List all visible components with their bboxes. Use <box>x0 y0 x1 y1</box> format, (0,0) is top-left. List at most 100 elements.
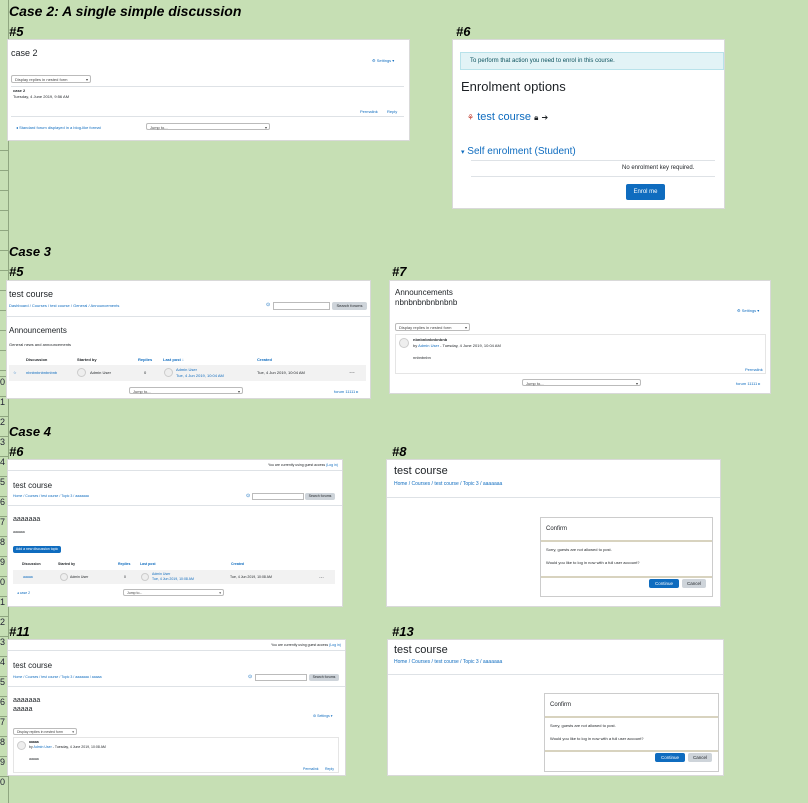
search-forums-button[interactable]: Search forums <box>305 493 335 500</box>
breadcrumb-item[interactable]: aaaaaaa <box>75 494 89 498</box>
help-icon[interactable]: ⊙ <box>266 302 270 308</box>
column-header-created[interactable]: Created <box>257 357 272 362</box>
self-enrol-section-toggle[interactable]: ▾ Self enrolment (Student) <box>461 146 576 157</box>
jump-to-select[interactable]: Jump to... ▾ <box>129 387 243 394</box>
next-forum-link[interactable]: forum 11111 ▸ <box>334 389 358 394</box>
breadcrumb-item[interactable]: Topic 3 <box>61 675 72 679</box>
login-link[interactable]: (Log in) <box>329 643 341 647</box>
row-number[interactable]: 8 <box>0 537 5 547</box>
last-post-user[interactable]: Admin User <box>176 367 197 372</box>
permalink-link[interactable]: Permalink <box>303 767 319 771</box>
last-post-user[interactable]: Admin User <box>152 572 170 576</box>
breadcrumb-item[interactable]: Topic 3 <box>463 659 479 665</box>
display-mode-select[interactable]: Display replies in nested form ▾ <box>11 75 91 83</box>
breadcrumb-item[interactable]: Dashboard <box>9 303 29 308</box>
breadcrumb-item[interactable]: Home <box>394 481 407 487</box>
breadcrumb-item[interactable]: test course <box>434 481 458 487</box>
row-number[interactable]: 8 <box>0 737 5 747</box>
post-author-link[interactable]: Admin User <box>33 745 51 749</box>
display-mode-select[interactable]: Display replies in nested form ▾ <box>395 323 470 331</box>
row-number[interactable]: 5 <box>0 477 5 487</box>
column-header-last-post[interactable]: Last post ↓ <box>163 357 184 362</box>
breadcrumb-item[interactable]: Courses <box>412 481 431 487</box>
jump-to-select[interactable]: Jump to... ▾ <box>146 123 270 130</box>
breadcrumb-item[interactable]: Announcements <box>90 303 119 308</box>
search-forums-input[interactable] <box>252 493 304 500</box>
reply-link[interactable]: Reply <box>387 109 397 114</box>
ellipsis-icon[interactable]: … <box>349 369 355 375</box>
jump-to-select[interactable]: Jump to... ▾ <box>522 379 641 386</box>
help-icon[interactable]: ⊙ <box>248 674 252 680</box>
previous-discussion-link[interactable]: ◂ case 2 <box>17 591 30 595</box>
star-icon[interactable]: ☆ <box>13 370 17 375</box>
row-number[interactable]: 3 <box>0 637 5 647</box>
login-link[interactable]: (Log in) <box>326 463 338 467</box>
column-header-created[interactable]: Created <box>231 562 244 566</box>
cancel-button[interactable]: Cancel <box>682 579 706 588</box>
row-number[interactable]: 7 <box>0 717 5 727</box>
last-post-date[interactable]: Tue, 4 Jun 2019, 10:08 AM <box>152 577 194 581</box>
settings-menu[interactable]: ⚙ Settings ▾ <box>737 308 759 313</box>
discussion-link[interactable]: aaaaa <box>23 575 33 579</box>
breadcrumb-item[interactable]: Home <box>394 659 407 665</box>
row-number[interactable]: 2 <box>0 417 5 427</box>
cancel-button[interactable]: Cancel <box>688 753 712 762</box>
row-number[interactable]: 9 <box>0 757 5 767</box>
search-forums-input[interactable] <box>255 674 307 681</box>
row-number[interactable]: 4 <box>0 657 5 667</box>
last-post-date[interactable]: Tue, 4 Jun 2019, 10:04 AM <box>176 373 224 378</box>
row-number[interactable]: 0 <box>0 577 5 587</box>
row-number[interactable]: 1 <box>0 397 5 407</box>
row-number[interactable]: 7 <box>0 517 5 527</box>
search-forums-button[interactable]: Search forums <box>332 302 367 310</box>
search-forums-input[interactable] <box>273 302 330 310</box>
jump-to-select[interactable]: Jump to... ▾ <box>123 589 224 596</box>
breadcrumb-item[interactable]: Home <box>13 494 22 498</box>
breadcrumb-item[interactable]: test course <box>434 659 458 665</box>
breadcrumb-item[interactable]: aaaaaaa <box>483 659 502 665</box>
breadcrumb-item[interactable]: Home <box>13 675 22 679</box>
display-mode-select[interactable]: Display replies in nested form ▾ <box>13 728 77 735</box>
row-number[interactable]: 9 <box>0 557 5 567</box>
column-header-replies[interactable]: Replies <box>138 357 152 362</box>
row-number[interactable]: 6 <box>0 697 5 707</box>
breadcrumb-item[interactable]: Topic 3 <box>61 494 72 498</box>
row-number[interactable]: 3 <box>0 437 5 447</box>
breadcrumb-item[interactable]: Courses <box>32 303 47 308</box>
enrol-me-button[interactable]: Enrol me <box>626 184 665 200</box>
column-header-last-post[interactable]: Last post <box>140 562 156 566</box>
row-number[interactable]: 0 <box>0 777 5 787</box>
post-author-link[interactable]: Admin User <box>418 343 439 348</box>
breadcrumb-item[interactable]: aaaaaaa <box>75 675 89 679</box>
settings-menu[interactable]: ⚙ Settings ▾ <box>372 58 394 63</box>
breadcrumb-item[interactable]: test course <box>41 675 58 679</box>
breadcrumb-item[interactable]: test course <box>41 494 58 498</box>
breadcrumb-item[interactable]: Topic 3 <box>463 481 479 487</box>
help-icon[interactable]: ⊙ <box>246 493 250 499</box>
breadcrumb-item[interactable]: Courses <box>25 494 38 498</box>
breadcrumb-item[interactable]: Courses <box>25 675 38 679</box>
row-number[interactable]: 0 <box>0 377 5 387</box>
breadcrumb-item[interactable]: test course <box>50 303 70 308</box>
continue-button[interactable]: Continue <box>649 579 679 588</box>
row-number[interactable]: 4 <box>0 457 5 467</box>
column-header-replies[interactable]: Replies <box>118 562 130 566</box>
reply-link[interactable]: Reply <box>325 767 334 771</box>
breadcrumb-item[interactable]: General <box>73 303 87 308</box>
permalink-link[interactable]: Permalink <box>745 367 763 372</box>
row-number[interactable]: 6 <box>0 497 5 507</box>
course-link[interactable]: test course <box>477 111 531 123</box>
permalink-link[interactable]: Permalink <box>360 109 378 114</box>
previous-discussion-link[interactable]: ◂ Standard forum displayed in a blog-lik… <box>16 125 101 130</box>
table-row[interactable]: aaaaa Admin User 0 Admin User Tue, 4 Jun… <box>13 570 335 584</box>
row-number[interactable]: 1 <box>0 597 5 607</box>
table-row[interactable]: ☆ nbnbnbnbnbnbnb Admin User 0 Admin User… <box>9 365 366 381</box>
breadcrumb-item[interactable]: aaaaaaa <box>483 481 502 487</box>
discussion-link[interactable]: nbnbnbnbnbnbnb <box>26 370 57 375</box>
breadcrumb-item[interactable]: aaaaa <box>92 675 102 679</box>
settings-menu[interactable]: ⚙ Settings ▾ <box>313 714 333 718</box>
continue-button[interactable]: Continue <box>655 753 685 762</box>
search-forums-button[interactable]: Search forums <box>309 674 339 681</box>
breadcrumb-item[interactable]: Courses <box>412 659 431 665</box>
next-forum-link[interactable]: forum 11111 ▸ <box>736 381 760 386</box>
